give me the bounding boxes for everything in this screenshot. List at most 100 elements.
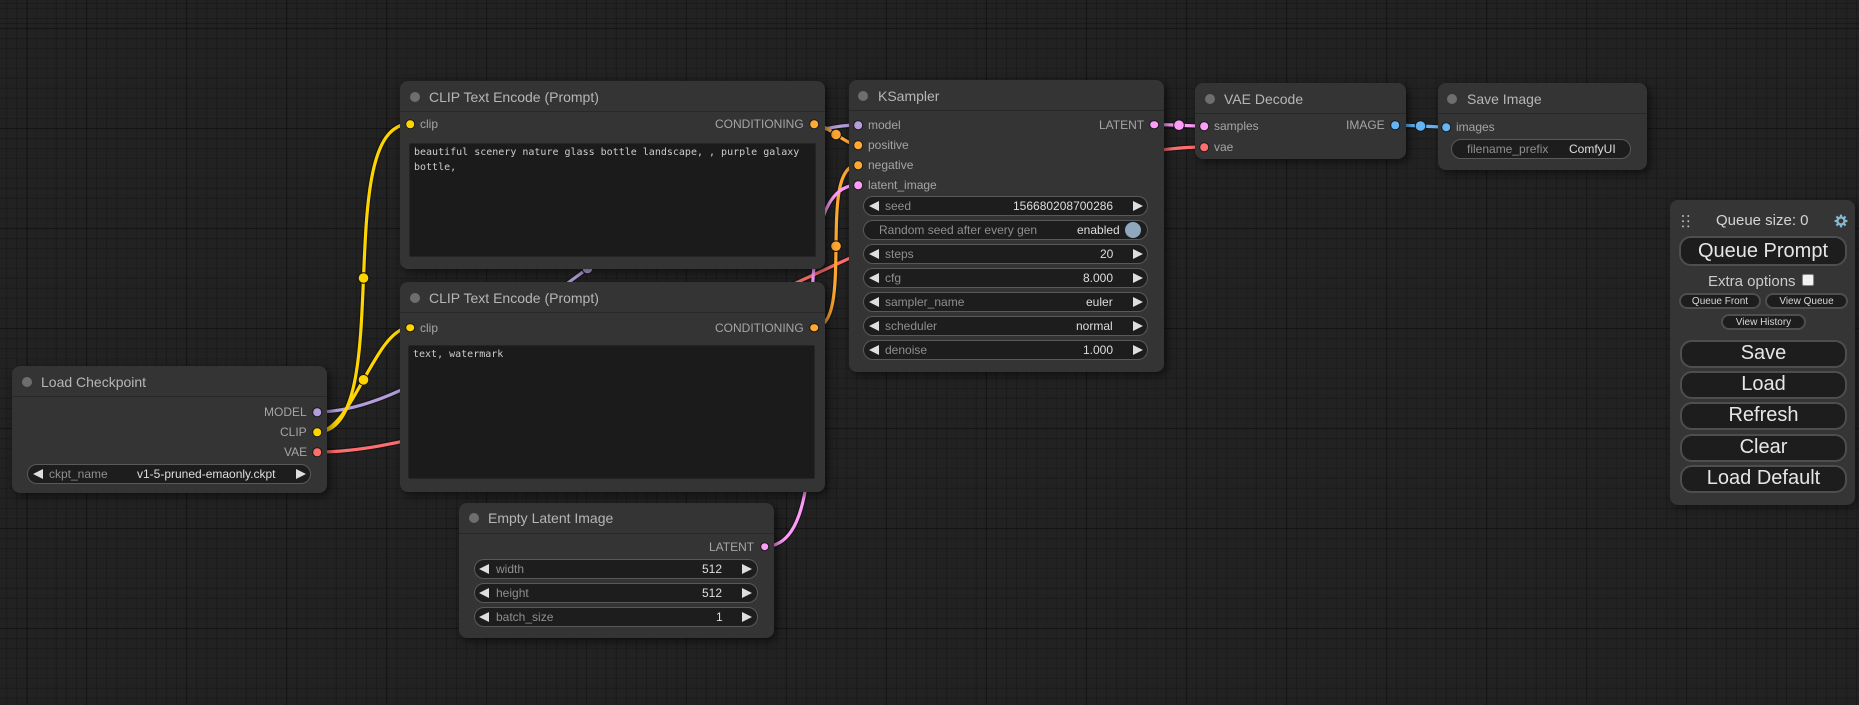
widget-random-seed[interactable]: Random seed after every gen enabled — [863, 220, 1148, 240]
widget-value[interactable]: v1-5-pruned-emaonly.ckpt — [137, 467, 276, 481]
decrement-arrow-icon[interactable] — [869, 321, 879, 331]
decrement-arrow-icon[interactable] — [869, 249, 879, 259]
node-save-image[interactable]: Save Image images filename_prefix ComfyU… — [1438, 83, 1647, 170]
widget-scheduler[interactable]: scheduler normal — [863, 316, 1148, 336]
increment-arrow-icon[interactable] — [1133, 273, 1143, 283]
node-clip-text-encode-positive[interactable]: CLIP Text Encode (Prompt) clip CONDITION… — [400, 81, 825, 269]
decrement-arrow-icon[interactable] — [869, 273, 879, 283]
input-port-vae[interactable] — [1199, 142, 1209, 152]
input-label-vae: vae — [1214, 140, 1233, 154]
increment-arrow-icon[interactable] — [1133, 345, 1143, 355]
node-status-dot — [22, 377, 32, 387]
increment-arrow-icon[interactable] — [1133, 297, 1143, 307]
output-port-conditioning[interactable] — [809, 119, 819, 129]
node-graph-canvas[interactable]: Load Checkpoint MODEL CLIP VAE ckpt_name… — [0, 0, 1859, 705]
queue-front-button[interactable]: Queue Front — [1679, 293, 1761, 309]
increment-arrow-icon[interactable] — [1133, 249, 1143, 259]
widget-value[interactable]: 512 — [702, 586, 722, 600]
decrement-arrow-icon[interactable] — [479, 564, 489, 574]
queue-prompt-button[interactable]: Queue Prompt — [1679, 236, 1847, 266]
save-button[interactable]: Save — [1680, 340, 1847, 368]
view-queue-button[interactable]: View Queue — [1765, 293, 1848, 309]
increment-arrow-icon[interactable] — [1133, 201, 1143, 211]
decrement-arrow-icon[interactable] — [479, 588, 489, 598]
input-port-clip[interactable] — [405, 119, 415, 129]
node-title-bar[interactable]: Load Checkpoint — [12, 366, 327, 396]
view-history-button[interactable]: View History — [1721, 314, 1806, 330]
toggle-on-indicator[interactable] — [1125, 222, 1141, 238]
input-port-clip[interactable] — [405, 323, 415, 333]
widget-cfg[interactable]: cfg 8.000 — [863, 268, 1148, 288]
node-empty-latent-image[interactable]: Empty Latent Image LATENT width 512 heig… — [459, 503, 774, 639]
output-port-image[interactable] — [1390, 120, 1400, 130]
widget-value[interactable]: euler — [1086, 295, 1113, 309]
node-title-bar[interactable]: VAE Decode — [1195, 83, 1406, 113]
output-label-vae: VAE — [284, 445, 307, 459]
increment-arrow-icon[interactable] — [742, 612, 752, 622]
increment-arrow-icon[interactable] — [1133, 321, 1143, 331]
input-port-model[interactable] — [853, 120, 863, 130]
input-label-positive: positive — [868, 138, 909, 152]
node-status-dot — [469, 513, 479, 523]
node-clip-text-encode-negative[interactable]: CLIP Text Encode (Prompt) clip CONDITION… — [400, 282, 825, 492]
input-port-samples[interactable] — [1199, 121, 1209, 131]
output-port-vae[interactable] — [312, 447, 322, 457]
input-port-latent-image[interactable] — [853, 180, 863, 190]
widget-filename-prefix[interactable]: filename_prefix ComfyUI — [1451, 139, 1631, 159]
decrement-arrow-icon[interactable] — [869, 297, 879, 307]
widget-denoise[interactable]: denoise 1.000 — [863, 340, 1148, 360]
link-dot — [358, 375, 369, 386]
widget-height[interactable]: height 512 — [474, 583, 758, 603]
widget-batch-size[interactable]: batch_size 1 — [474, 607, 758, 627]
settings-gear-icon[interactable] — [1834, 214, 1848, 228]
output-port-model[interactable] — [312, 407, 322, 417]
widget-value[interactable]: 1.000 — [1083, 343, 1113, 357]
load-default-button[interactable]: Load Default — [1680, 465, 1847, 493]
node-ksampler[interactable]: KSampler model positive negative latent_… — [849, 80, 1165, 372]
link-dot — [358, 273, 369, 284]
input-port-positive[interactable] — [853, 140, 863, 150]
node-vae-decode[interactable]: VAE Decode samples vae IMAGE — [1195, 83, 1406, 159]
widget-value[interactable]: ComfyUI — [1569, 142, 1616, 156]
widget-label: Random seed after every gen — [879, 223, 1037, 237]
clear-button[interactable]: Clear — [1680, 434, 1847, 462]
node-load-checkpoint[interactable]: Load Checkpoint MODEL CLIP VAE ckpt_name… — [12, 366, 327, 493]
widget-ckpt-name[interactable]: ckpt_name v1-5-pruned-emaonly.ckpt — [27, 464, 311, 484]
widget-value[interactable]: normal — [1076, 319, 1113, 333]
widget-width[interactable]: width 512 — [474, 559, 758, 579]
increment-arrow-icon[interactable] — [296, 469, 306, 479]
node-title-bar[interactable]: Save Image — [1438, 83, 1647, 113]
widget-sampler-name[interactable]: sampler_name euler — [863, 292, 1148, 312]
input-label-latent-image: latent_image — [868, 178, 937, 192]
decrement-arrow-icon[interactable] — [479, 612, 489, 622]
output-port-latent[interactable] — [760, 542, 770, 552]
output-port-conditioning[interactable] — [809, 323, 819, 333]
refresh-button[interactable]: Refresh — [1680, 402, 1847, 430]
input-port-negative[interactable] — [853, 160, 863, 170]
widget-value[interactable]: 20 — [1100, 247, 1113, 261]
widget-seed[interactable]: seed 156680208700286 — [863, 196, 1148, 216]
decrement-arrow-icon[interactable] — [33, 469, 43, 479]
prompt-textarea[interactable]: beautiful scenery nature glass bottle la… — [409, 143, 816, 257]
decrement-arrow-icon[interactable] — [869, 201, 879, 211]
prompt-textarea[interactable]: text, watermark — [408, 345, 815, 479]
widget-value[interactable]: 1 — [716, 610, 723, 624]
widget-value[interactable]: 512 — [702, 562, 722, 576]
node-title-bar[interactable]: CLIP Text Encode (Prompt) — [400, 81, 825, 111]
widget-steps[interactable]: steps 20 — [863, 244, 1148, 264]
increment-arrow-icon[interactable] — [742, 588, 752, 598]
extra-options-checkbox[interactable] — [1802, 274, 1814, 286]
output-label-image: IMAGE — [1346, 118, 1385, 132]
decrement-arrow-icon[interactable] — [869, 345, 879, 355]
load-button[interactable]: Load — [1680, 371, 1847, 399]
widget-value[interactable]: 8.000 — [1083, 271, 1113, 285]
output-port-latent[interactable] — [1149, 120, 1159, 130]
input-port-images[interactable] — [1441, 122, 1451, 132]
node-title-bar[interactable]: CLIP Text Encode (Prompt) — [400, 282, 825, 312]
node-title-bar[interactable]: KSampler — [849, 80, 1165, 110]
input-label-model: model — [868, 118, 901, 132]
increment-arrow-icon[interactable] — [742, 564, 752, 574]
output-port-clip[interactable] — [312, 427, 322, 437]
widget-value[interactable]: 156680208700286 — [1013, 199, 1113, 213]
node-title-bar[interactable]: Empty Latent Image — [459, 503, 774, 533]
